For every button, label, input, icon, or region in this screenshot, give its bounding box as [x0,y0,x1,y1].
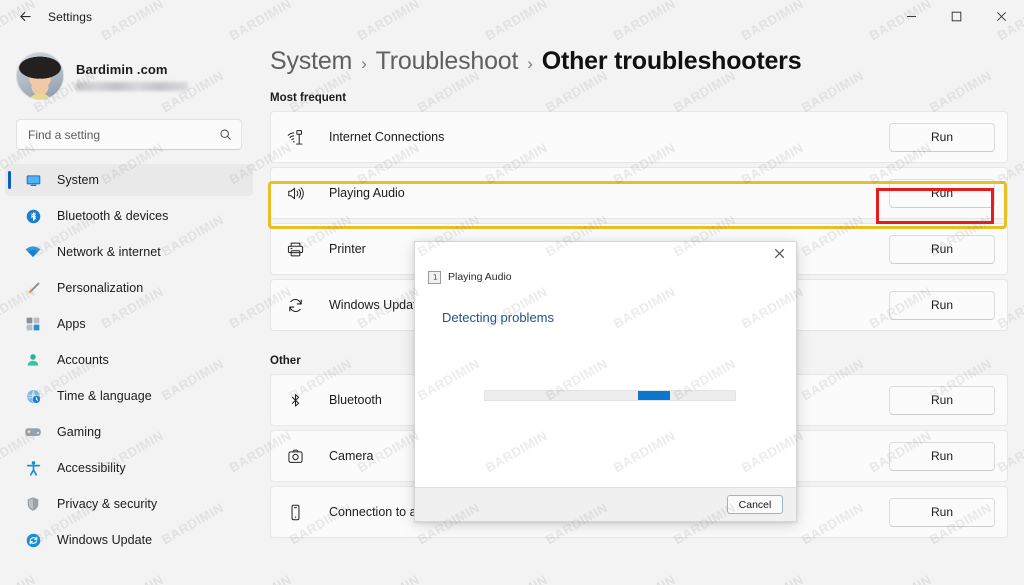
globe-clock-icon [23,386,43,406]
progress-bar-chunk [637,391,670,400]
wifi-signal-icon [284,126,306,148]
monitor-icon [23,170,43,190]
run-button[interactable]: Run [889,122,995,152]
shield-icon [23,494,43,514]
device-icon [284,501,306,523]
back-button[interactable] [8,2,42,32]
accessibility-person-icon [23,458,43,478]
dialog-body: Detecting problems [415,286,796,487]
progress-bar [484,390,736,401]
sidebar-item-gaming[interactable]: Gaming [5,416,253,448]
breadcrumb-link-troubleshoot[interactable]: Troubleshoot [376,47,519,76]
run-button[interactable]: Run [889,290,995,320]
sidebar-item-label: Time & language [57,389,152,403]
run-button[interactable]: Run [889,178,995,208]
sidebar-item-label: System [57,173,99,187]
dialog-close-button[interactable] [762,242,796,268]
sidebar-item-accounts[interactable]: Accounts [5,344,253,376]
run-button[interactable]: Run [889,385,995,415]
cancel-button[interactable]: Cancel [727,495,783,514]
wifi-icon [23,242,43,262]
account-name: Bardimin .com [76,61,168,77]
sidebar-item-label: Apps [57,317,86,331]
page-title: Other troubleshooters [541,47,802,75]
breadcrumb: System › Troubleshoot › Other troublesho… [258,33,1024,76]
sidebar-item-label: Accessibility [57,461,126,475]
minimize-button[interactable] [889,0,934,33]
chevron-right-icon: › [361,54,367,73]
account-block[interactable]: Bardimin .com [0,33,258,105]
dialog-footer: Cancel [415,487,796,521]
gamepad-icon [23,422,43,442]
dialog-app-row: Playing Audio [415,268,796,286]
settings-window: Settings Bardimin .com Find a setting Sy… [0,0,1024,585]
sidebar: Bardimin .com Sys [0,33,258,585]
back-arrow-icon [18,9,33,24]
sidebar-item-label: Accounts [57,353,109,367]
speaker-icon [284,182,306,204]
troubleshooter-label: Playing Audio [329,186,405,200]
run-button[interactable]: Run [889,441,995,471]
bluetooth-icon [23,206,43,226]
maximize-icon [951,11,962,22]
update-refresh-icon [284,294,306,316]
dialog-titlebar [415,242,796,268]
run-button[interactable]: Run [889,497,995,527]
dialog-heading: Detecting problems [442,310,554,325]
troubleshooter-row-internet-connections[interactable]: Internet Connections Run [270,111,1008,163]
bluetooth-icon [284,389,306,411]
sidebar-item-label: Privacy & security [57,497,158,511]
sidebar-item-label: Windows Update [57,533,153,547]
sidebar-item-label: Bluetooth & devices [57,209,169,223]
update-refresh-icon [23,530,43,550]
maximize-button[interactable] [934,0,979,33]
sidebar-item-label: Personalization [57,281,144,295]
sidebar-item-system[interactable]: System [5,164,253,196]
window-title: Settings [48,9,93,24]
dialog-app-title: Playing Audio [448,271,512,283]
sidebar-item-bluetooth-devices[interactable]: Bluetooth & devices [5,200,253,232]
camera-icon [284,445,306,467]
close-icon [774,246,785,264]
sidebar-item-label: Network & internet [57,245,161,259]
apps-grid-icon [23,314,43,334]
avatar [16,52,64,100]
close-button[interactable] [979,0,1024,33]
troubleshooter-row-playing-audio[interactable]: Playing Audio Run [270,167,1008,219]
window-controls [889,0,1024,33]
sidebar-item-windows-update[interactable]: Windows Update [5,524,253,556]
troubleshooter-dialog: Playing Audio Detecting problems Cancel [414,241,797,522]
sidebar-item-accessibility[interactable]: Accessibility [5,452,253,484]
close-icon [996,11,1007,22]
run-button[interactable]: Run [889,234,995,264]
chevron-right-icon: › [527,54,533,73]
account-text: Bardimin .com [76,62,188,91]
sidebar-item-label: Gaming [57,425,102,439]
sidebar-nav: System Bluetooth & devices Network & int… [0,164,258,556]
search-icon [219,128,232,141]
sidebar-item-network-internet[interactable]: Network & internet [5,236,253,268]
minimize-icon [906,11,917,22]
printer-icon [284,238,306,260]
account-email-redacted [76,81,188,91]
paintbrush-icon [23,278,43,298]
person-icon [23,350,43,370]
troubleshooter-app-icon [428,270,441,284]
search-box[interactable] [16,119,242,150]
window-titlebar: Settings [0,0,1024,33]
sidebar-item-apps[interactable]: Apps [5,308,253,340]
sidebar-item-privacy-security[interactable]: Privacy & security [5,488,253,520]
sidebar-item-time-language[interactable]: Time & language [5,380,253,412]
section-heading-most-frequent: Most frequent [270,92,347,104]
troubleshooter-label: Internet Connections [329,130,445,144]
breadcrumb-link-system[interactable]: System [270,47,352,76]
search-input[interactable] [28,127,219,142]
sidebar-item-personalization[interactable]: Personalization [5,272,253,304]
